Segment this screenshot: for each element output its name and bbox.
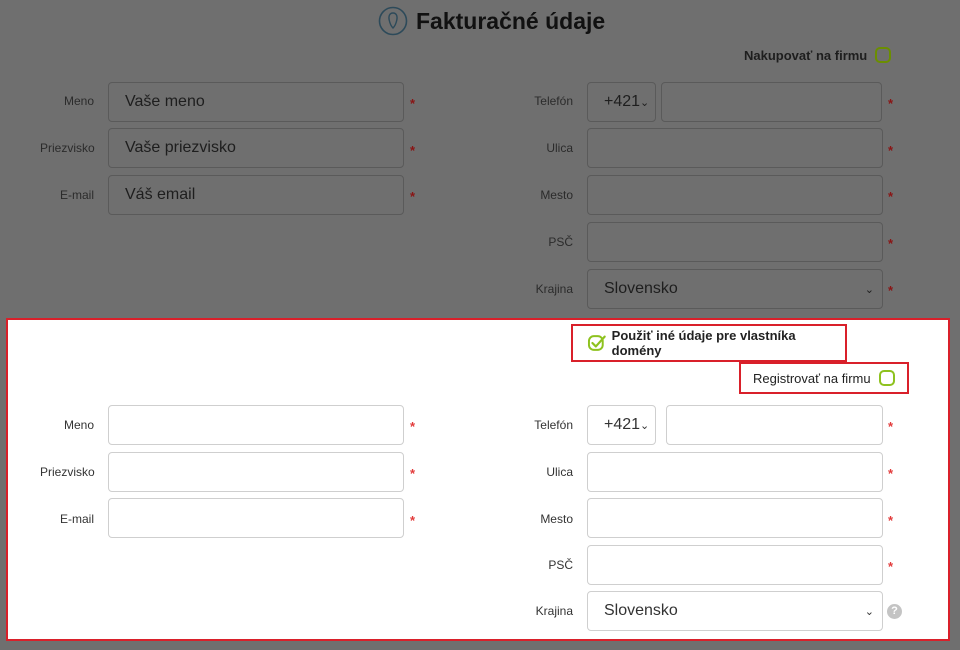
billing-surname-label: Priezvisko — [40, 141, 95, 155]
owner-city-input[interactable] — [587, 498, 883, 538]
billing-name-input[interactable]: Vaše meno — [108, 82, 404, 122]
billing-city-label: Mesto — [540, 188, 573, 202]
owner-surname-input[interactable] — [108, 452, 404, 492]
billing-zip-input[interactable] — [587, 222, 883, 262]
owner-phone-input[interactable] — [666, 405, 883, 445]
owner-city-label: Mesto — [540, 512, 573, 526]
register-as-company-label: Registrovať na firmu — [753, 370, 871, 386]
chevron-down-icon: ⌄ — [864, 283, 874, 296]
owner-email-label: E-mail — [59, 512, 94, 526]
page-title: Fakturačné údaje — [378, 4, 605, 38]
billing-phone-prefix-select[interactable]: +421 ⌄ — [587, 82, 656, 122]
owner-name-input[interactable] — [108, 405, 404, 445]
buy-as-company-toggle[interactable]: Nakupovať na firmu — [744, 45, 892, 65]
user-icon — [378, 6, 408, 36]
billing-zip-label: PSČ — [548, 235, 573, 249]
checkmark-checked-icon[interactable] — [587, 333, 607, 353]
chevron-down-icon: ⌄ — [640, 96, 650, 109]
owner-street-label: Ulica — [546, 465, 573, 479]
billing-email-input[interactable]: Váš email — [108, 175, 404, 215]
required-mark: * — [888, 559, 894, 574]
chevron-down-icon: ⌄ — [864, 605, 874, 618]
use-other-owner-toggle[interactable]: Použiť iné údaje pre vlastníka domény — [571, 324, 847, 362]
billing-name-label: Meno — [63, 94, 94, 108]
required-mark: * — [888, 513, 894, 528]
owner-phone-label: Telefón — [534, 418, 573, 432]
owner-phone-prefix-select[interactable]: +421 ⌄ — [587, 405, 656, 445]
owner-zip-input[interactable] — [587, 545, 883, 585]
required-mark: * — [410, 96, 416, 111]
owner-name-label: Meno — [63, 418, 94, 432]
required-mark: * — [410, 513, 416, 528]
buy-as-company-checkbox[interactable] — [875, 47, 892, 63]
billing-phone-input[interactable] — [661, 82, 882, 122]
required-mark: * — [888, 143, 894, 158]
owner-country-select[interactable]: Slovensko ⌄ — [587, 591, 883, 631]
chevron-down-icon: ⌄ — [640, 419, 650, 432]
buy-as-company-label: Nakupovať na firmu — [744, 47, 868, 63]
required-mark: * — [888, 283, 894, 298]
page-title-text: Fakturačné údaje — [416, 7, 606, 34]
required-mark: * — [888, 466, 894, 481]
billing-street-input[interactable] — [587, 128, 883, 168]
register-as-company-checkbox[interactable] — [878, 370, 895, 386]
required-mark: * — [888, 189, 894, 204]
billing-country-label: Krajina — [535, 282, 573, 296]
required-mark: * — [410, 466, 416, 481]
owner-zip-label: PSČ — [548, 558, 573, 572]
required-mark: * — [888, 236, 894, 251]
required-mark: * — [888, 419, 894, 434]
required-mark: * — [410, 143, 416, 158]
billing-surname-input[interactable]: Vaše priezvisko — [108, 128, 404, 168]
owner-street-input[interactable] — [587, 452, 883, 492]
owner-email-input[interactable] — [108, 498, 404, 538]
billing-street-label: Ulica — [546, 141, 573, 155]
required-mark: * — [410, 189, 416, 204]
billing-phone-label: Telefón — [534, 94, 573, 108]
use-other-owner-label: Použiť iné údaje pre vlastníka domény — [611, 328, 796, 358]
required-mark: * — [888, 96, 894, 111]
register-as-company-toggle[interactable]: Registrovať na firmu — [739, 362, 909, 394]
owner-surname-label: Priezvisko — [40, 465, 95, 479]
billing-email-label: E-mail — [59, 188, 94, 202]
owner-country-label: Krajina — [535, 604, 573, 618]
help-icon[interactable]: ? — [887, 604, 902, 619]
required-mark: * — [410, 419, 416, 434]
billing-city-input[interactable] — [587, 175, 883, 215]
billing-country-select[interactable]: Slovensko ⌄ — [587, 269, 883, 309]
